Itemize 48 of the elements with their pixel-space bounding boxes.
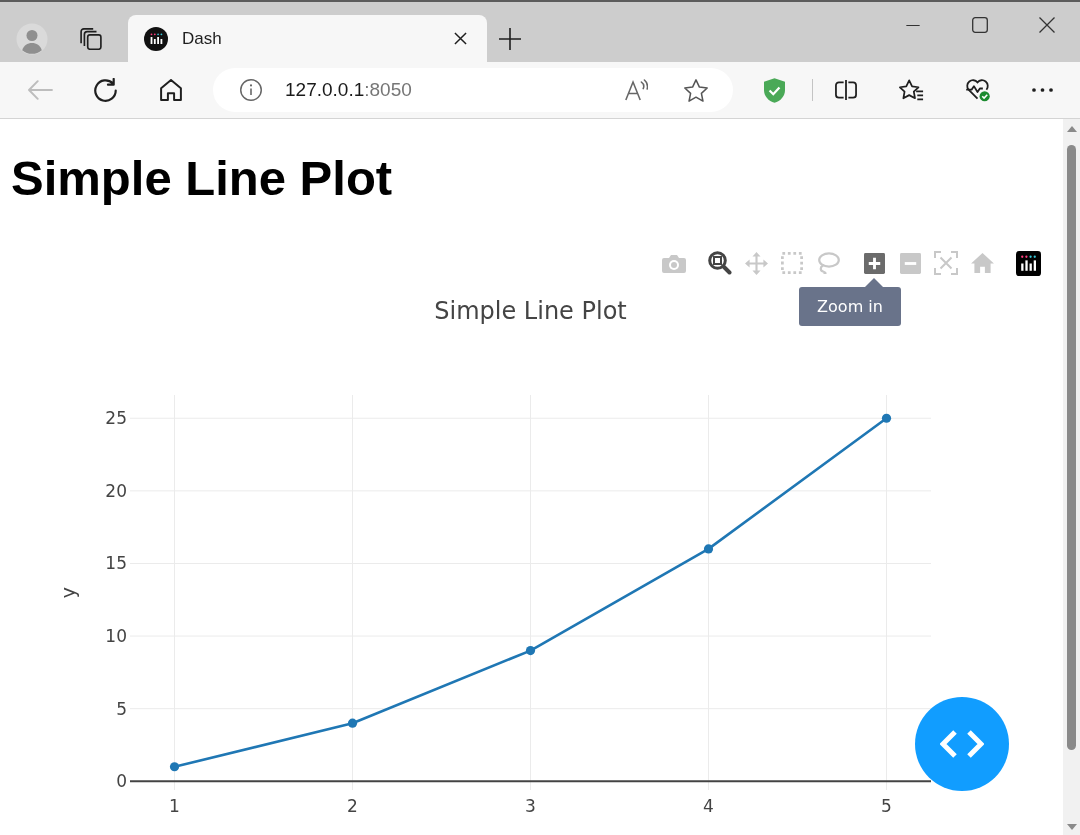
address-field[interactable]: 127.0.0.1:8050 — [213, 68, 733, 112]
x-tick-label: 1 — [169, 796, 180, 816]
scroll-down-icon[interactable] — [1066, 824, 1077, 830]
shield-icon[interactable] — [763, 77, 785, 103]
tooltip: Zoom in — [799, 278, 901, 326]
data-point — [347, 718, 358, 728]
code-icon — [940, 729, 984, 759]
star-icon[interactable] — [684, 78, 708, 102]
zoom-in-icon[interactable] — [863, 252, 885, 274]
browser-tab[interactable]: Dash — [128, 15, 487, 62]
refresh-icon[interactable] — [93, 78, 117, 102]
logo-icon[interactable] — [1015, 250, 1041, 276]
y-tick-label: 15 — [105, 553, 127, 574]
x-tick-label: 5 — [881, 796, 892, 816]
more-icon[interactable] — [1031, 88, 1053, 92]
y-tick-label: 20 — [105, 480, 127, 501]
read-aloud-icon[interactable] — [624, 79, 648, 101]
x-tick-label: 4 — [703, 796, 714, 816]
x-tick-label: 3 — [525, 796, 536, 816]
heart-pulse-icon[interactable] — [964, 78, 990, 102]
scroll-up-icon[interactable] — [1066, 126, 1077, 132]
split-screen-icon[interactable] — [835, 79, 857, 101]
data-point — [525, 646, 536, 656]
scrollbar[interactable] — [1063, 119, 1080, 835]
y-axis-label: y — [57, 586, 79, 599]
tab-actions-icon[interactable] — [80, 27, 102, 50]
favorites-icon[interactable] — [898, 78, 924, 102]
x-tick-label: 2 — [347, 796, 358, 816]
y-tick-label: 5 — [116, 698, 127, 719]
close-tab-icon[interactable] — [454, 32, 467, 45]
data-point — [169, 762, 180, 772]
minimize-icon[interactable] — [904, 24, 921, 26]
dotted-square-icon[interactable] — [781, 252, 803, 274]
zoom-icon[interactable] — [708, 251, 732, 275]
maximize-icon[interactable] — [971, 17, 988, 33]
chart-title: Simple Line Plot — [434, 297, 627, 325]
favicon-icon — [144, 26, 168, 51]
data-point — [881, 413, 892, 423]
y-tick-label: 0 — [116, 771, 127, 792]
new-tab-icon[interactable] — [499, 27, 521, 50]
y-tick-label: 25 — [105, 408, 127, 429]
data-point — [703, 544, 714, 554]
scrollbar-thumb[interactable] — [1067, 145, 1076, 750]
home-icon[interactable] — [160, 79, 182, 101]
close-icon[interactable] — [1038, 17, 1055, 33]
info-icon[interactable] — [240, 79, 262, 101]
y-tick-label: 10 — [105, 626, 127, 647]
page-heading: Simple Line Plot — [11, 150, 393, 206]
